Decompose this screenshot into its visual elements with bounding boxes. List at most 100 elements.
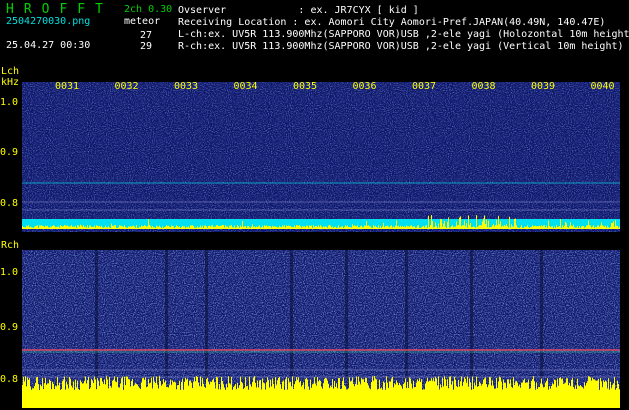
lch-level-bar xyxy=(218,226,219,229)
rch-level-bar xyxy=(276,385,277,408)
rch-level-bar xyxy=(600,378,601,408)
rch-level-bar xyxy=(99,385,100,408)
rch-level-bar xyxy=(395,384,396,408)
rch-level-bar xyxy=(337,388,338,408)
rch-level-bar xyxy=(175,382,176,408)
rch-level-bar xyxy=(323,383,324,408)
rch-level-bar xyxy=(104,379,105,408)
rch-level-bar xyxy=(27,377,28,408)
lch-level-bar xyxy=(300,226,301,229)
rch-level-bar xyxy=(391,378,392,408)
lch-level-bar xyxy=(431,215,432,229)
lch-level-bar xyxy=(452,225,453,229)
lch-level-bar xyxy=(197,226,198,229)
lch-level-bar xyxy=(82,226,83,229)
lch-level-bar xyxy=(167,226,168,229)
lch-level-bar xyxy=(112,225,113,229)
lch-level-bar xyxy=(414,226,415,229)
rch-level-bar xyxy=(547,378,548,408)
lch-level-bar xyxy=(583,225,584,229)
lch-level-bar xyxy=(543,225,544,229)
lch-level-bar xyxy=(174,227,175,229)
lch-level-bar xyxy=(214,226,215,229)
lch-level-bar xyxy=(592,226,593,229)
rch-level-bar xyxy=(29,378,30,408)
rch-level-bar xyxy=(40,384,41,408)
rch-level-bar xyxy=(74,389,75,408)
lch-level-bar xyxy=(53,225,54,229)
rch-level-bar xyxy=(345,386,346,408)
rch-level-bar xyxy=(358,376,359,408)
lch-level-bar xyxy=(520,226,521,229)
rch-level-bar xyxy=(528,379,529,408)
lch-level-bar xyxy=(395,225,396,229)
lch-level-bar xyxy=(473,226,474,229)
rch-level-bar xyxy=(270,379,271,408)
rch-level-bar xyxy=(237,382,238,408)
lch-level-bar xyxy=(107,227,108,229)
rch-level-bar xyxy=(329,388,330,408)
rch-level-bar xyxy=(182,378,183,408)
lch-level-bar xyxy=(502,225,503,229)
lch-level-bar xyxy=(372,227,373,229)
rch-level-bar xyxy=(290,381,291,408)
lch-level-bar xyxy=(279,225,280,229)
rch-level-bar xyxy=(125,385,126,408)
rch-level-bar xyxy=(55,385,56,408)
rch-level-bar xyxy=(574,388,575,408)
lch-level-bar xyxy=(366,221,367,229)
rch-level-bar xyxy=(617,380,618,408)
lch-level-bar xyxy=(134,226,135,229)
rch-level-bar xyxy=(438,376,439,408)
lch-level-bar xyxy=(483,218,484,229)
lch-level-bar xyxy=(108,226,109,229)
rch-level-bar xyxy=(163,379,164,408)
rch-level-bar xyxy=(591,380,592,408)
lch-level-bar xyxy=(407,226,408,229)
rch-level-bar xyxy=(517,382,518,408)
lch-level-bar xyxy=(406,225,407,229)
rch-level-bar xyxy=(102,381,103,408)
rch-level-bar xyxy=(375,378,376,408)
lch-level-bar xyxy=(319,227,320,229)
rch-level-bar xyxy=(499,376,500,408)
rch-level-bar xyxy=(33,388,34,408)
lch-level-bar xyxy=(345,225,346,229)
rch-level-bar xyxy=(420,381,421,408)
lch-level-bar xyxy=(577,226,578,229)
rch-level-bar xyxy=(283,380,284,408)
lch-level-bar xyxy=(315,226,316,229)
rch-level-bar xyxy=(280,384,281,408)
lch-level-bar xyxy=(164,226,165,229)
rch-level-bar xyxy=(179,380,180,408)
lch-ytick-2: 0.9 xyxy=(0,147,18,158)
lch-level-bar xyxy=(351,227,352,229)
rch-level-bar xyxy=(369,388,370,408)
lch-level-bar xyxy=(566,223,567,229)
lch-level-bar xyxy=(535,225,536,229)
lch-level-bar xyxy=(297,225,298,229)
lch-level-bar xyxy=(298,225,299,229)
rch-level-bar xyxy=(357,384,358,408)
rch-level-bar xyxy=(259,380,260,408)
rch-level-bar xyxy=(196,376,197,408)
rch-level-bar xyxy=(525,382,526,408)
lch-level-bar xyxy=(186,226,187,229)
rch-level-bar xyxy=(159,376,160,408)
lch-level-bar xyxy=(553,227,554,229)
rch-level-bar xyxy=(452,381,453,408)
rch-level-bar xyxy=(554,379,555,408)
rch-level-bar xyxy=(381,387,382,408)
rch-level-bar xyxy=(485,377,486,408)
lch-level-bar xyxy=(582,226,583,229)
rch-level-bar xyxy=(472,376,473,408)
lch-level-bar xyxy=(52,225,53,229)
rch-level-bar xyxy=(610,381,611,408)
lch-level-bar xyxy=(347,225,348,229)
lch-level-bar xyxy=(537,226,538,229)
rch-level-bar xyxy=(34,386,35,408)
rch-level-bar xyxy=(551,385,552,408)
rch-level-bar xyxy=(339,378,340,408)
rch-level-bar xyxy=(106,376,107,408)
lch-level-bar xyxy=(296,225,297,229)
